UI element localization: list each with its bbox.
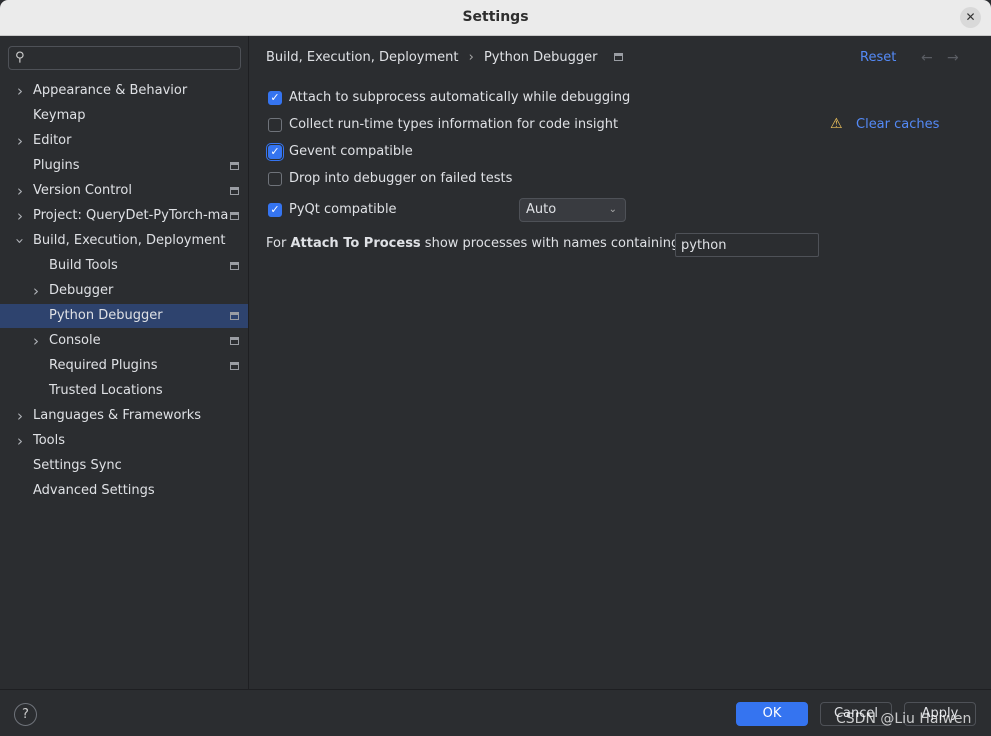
warning-icon: ⚠ <box>830 116 843 132</box>
breadcrumb: Build, Execution, Deployment › Python De… <box>266 50 623 65</box>
chevron-right-icon[interactable]: › <box>17 129 23 153</box>
checkbox[interactable]: ✓ <box>267 144 283 160</box>
back-arrow-icon[interactable]: ← <box>921 50 933 66</box>
option-label: Attach to subprocess automatically while… <box>289 90 631 105</box>
project-level-icon <box>230 212 239 220</box>
chevron-right-icon[interactable]: › <box>17 179 23 203</box>
project-level-icon <box>230 162 239 170</box>
project-level-icon <box>230 262 239 270</box>
attach-process-label: For Attach To Process show processes wit… <box>266 236 684 251</box>
attach-suffix: show processes with names containing: <box>420 236 684 251</box>
chevron-right-icon[interactable]: › <box>33 279 39 303</box>
sidebar-item[interactable]: Python Debugger <box>0 304 248 328</box>
sidebar-item-label: Keymap <box>33 108 86 123</box>
checkbox[interactable] <box>268 172 282 186</box>
reset-link[interactable]: Reset <box>860 50 896 65</box>
sidebar-item[interactable]: Plugins <box>0 154 248 178</box>
sidebar-item-label: Editor <box>33 133 72 148</box>
chevron-right-icon[interactable]: › <box>17 204 23 228</box>
sidebar-item-label: Appearance & Behavior <box>33 83 188 98</box>
checkbox[interactable]: ✓ <box>268 91 282 105</box>
breadcrumb-parent[interactable]: Build, Execution, Deployment <box>266 50 458 65</box>
sidebar-item-label: Version Control <box>33 183 132 198</box>
close-button[interactable]: ✕ <box>960 7 981 28</box>
search-input[interactable]: ⚲ <box>8 46 241 70</box>
project-level-icon <box>230 337 239 345</box>
process-name-input[interactable] <box>675 233 819 257</box>
sidebar-item[interactable]: › Editor <box>0 129 248 153</box>
option-label: PyQt compatible <box>289 202 397 217</box>
checkbox[interactable] <box>268 118 282 132</box>
help-button[interactable]: ? <box>14 703 37 726</box>
sidebar-item-label: Advanced Settings <box>33 483 155 498</box>
ok-button[interactable]: OK <box>736 702 808 726</box>
sidebar-item-label: Console <box>49 333 101 348</box>
sidebar-item-label: Build Tools <box>49 258 118 273</box>
sidebar-item[interactable]: › Tools <box>0 429 248 453</box>
clear-caches-link[interactable]: Clear caches <box>856 117 939 132</box>
sidebar-item-label: Tools <box>33 433 66 448</box>
search-icon: ⚲ <box>15 50 25 65</box>
chevron-right-icon[interactable]: › <box>17 79 23 103</box>
sidebar-item[interactable]: Advanced Settings <box>0 479 248 503</box>
chevron-down-icon: ⌄ <box>608 204 617 215</box>
sidebar: ⚲ › Appearance & Behavior Keymap › Editor Plu… <box>0 36 249 689</box>
option-label: Drop into debugger on failed tests <box>289 171 513 186</box>
window-title: Settings <box>462 9 529 25</box>
pyqt-mode-select[interactable]: Auto ⌄ <box>519 198 626 222</box>
project-level-icon <box>613 53 623 61</box>
sidebar-item-label: Debugger <box>49 283 114 298</box>
checkbox[interactable]: ✓ <box>268 203 282 217</box>
sidebar-item-label: Settings Sync <box>33 458 122 473</box>
sidebar-item[interactable]: › Debugger <box>0 279 248 303</box>
sidebar-item-label: Project: QueryDet-PyTorch-ma <box>33 208 229 223</box>
breadcrumb-current: Python Debugger <box>483 50 598 65</box>
sidebar-item-label: Plugins <box>33 158 80 173</box>
project-level-icon <box>230 312 239 320</box>
title-bar: Settings ✕ <box>0 0 991 36</box>
chevron-right-icon[interactable]: › <box>33 329 39 353</box>
option-label: Collect run-time types information for c… <box>289 117 619 132</box>
chevron-right-icon[interactable]: › <box>17 404 23 428</box>
sidebar-item[interactable]: › Build, Execution, Deployment <box>0 229 248 253</box>
watermark: CSDN @Liu Haiwen <box>836 711 972 727</box>
sidebar-item[interactable]: Keymap <box>0 104 248 128</box>
forward-arrow-icon[interactable]: → <box>947 50 959 66</box>
pyqt-mode-value: Auto <box>526 202 557 217</box>
sidebar-item[interactable]: Required Plugins <box>0 354 248 378</box>
project-level-icon <box>230 362 239 370</box>
option-label: Gevent compatible <box>289 144 413 159</box>
main-panel: Build, Execution, Deployment › Python De… <box>250 36 991 689</box>
sidebar-item-label: Required Plugins <box>49 358 158 373</box>
sidebar-item[interactable]: Build Tools <box>0 254 248 278</box>
sidebar-item[interactable]: Settings Sync <box>0 454 248 478</box>
sidebar-item-label: Python Debugger <box>49 308 163 323</box>
sidebar-item[interactable]: Trusted Locations <box>0 379 248 403</box>
sidebar-item[interactable]: › Project: QueryDet-PyTorch-ma <box>0 204 248 228</box>
project-level-icon <box>230 187 239 195</box>
chevron-down-icon[interactable]: › <box>8 238 32 244</box>
breadcrumb-separator: › <box>468 50 474 65</box>
attach-bold: Attach To Process <box>290 236 421 251</box>
sidebar-item[interactable]: › Console <box>0 329 248 353</box>
sidebar-item[interactable]: › Languages & Frameworks <box>0 404 248 428</box>
attach-prefix: For <box>266 236 291 251</box>
sidebar-item-label: Languages & Frameworks <box>33 408 202 423</box>
sidebar-item[interactable]: › Version Control <box>0 179 248 203</box>
sidebar-item-label: Build, Execution, Deployment <box>33 233 226 248</box>
sidebar-item[interactable]: › Appearance & Behavior <box>0 79 248 103</box>
sidebar-item-label: Trusted Locations <box>49 383 163 398</box>
chevron-right-icon[interactable]: › <box>17 429 23 453</box>
close-icon: ✕ <box>965 10 976 24</box>
